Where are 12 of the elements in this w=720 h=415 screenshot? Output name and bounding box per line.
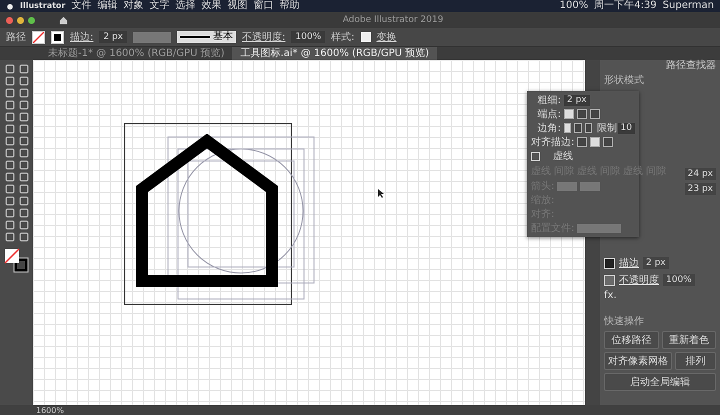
dashed-label: 虚线 xyxy=(552,150,573,163)
cap-label: 端点: xyxy=(536,108,561,121)
corner-label: 边角: xyxy=(536,122,561,135)
battery-percent: 100% xyxy=(560,0,588,12)
quick-actions-heading: 快速操作 xyxy=(604,316,645,328)
selection-type: 路径 xyxy=(6,31,26,44)
window-title: Adobe Illustrator 2019 xyxy=(342,15,444,25)
align-stroke-label: 对齐描边: xyxy=(531,136,574,149)
style-label: 样式: xyxy=(331,30,354,44)
menu-clock: 周一下午4:39 xyxy=(594,0,657,12)
weight-label: 粗细: xyxy=(536,94,561,107)
shape-modes-heading: 形状模式 xyxy=(604,75,645,87)
